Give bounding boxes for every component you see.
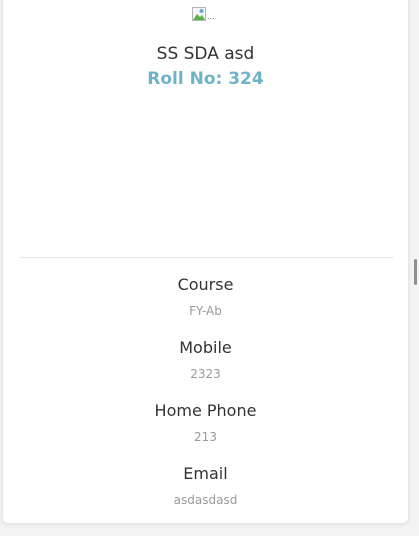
student-name: SS SDA asd xyxy=(156,44,255,64)
profile-card: ... SS SDA asd Roll No: 324 Course FY-Ab… xyxy=(2,0,409,524)
divider xyxy=(19,257,394,258)
scrollbar[interactable] xyxy=(414,259,417,285)
email-value: asdasdasd xyxy=(173,493,238,507)
broken-image-icon xyxy=(192,6,206,21)
avatar-alt-text: ... xyxy=(207,12,215,21)
mobile-label: Mobile xyxy=(179,338,232,357)
course-value: FY-Ab xyxy=(189,304,222,318)
mobile-value: 2323 xyxy=(190,367,221,381)
home-phone-value: 213 xyxy=(194,430,217,444)
avatar: ... xyxy=(192,6,218,22)
email-label: Email xyxy=(183,464,228,483)
roll-number: Roll No: 324 xyxy=(147,69,264,89)
course-label: Course xyxy=(177,275,234,294)
home-phone-label: Home Phone xyxy=(154,401,257,420)
